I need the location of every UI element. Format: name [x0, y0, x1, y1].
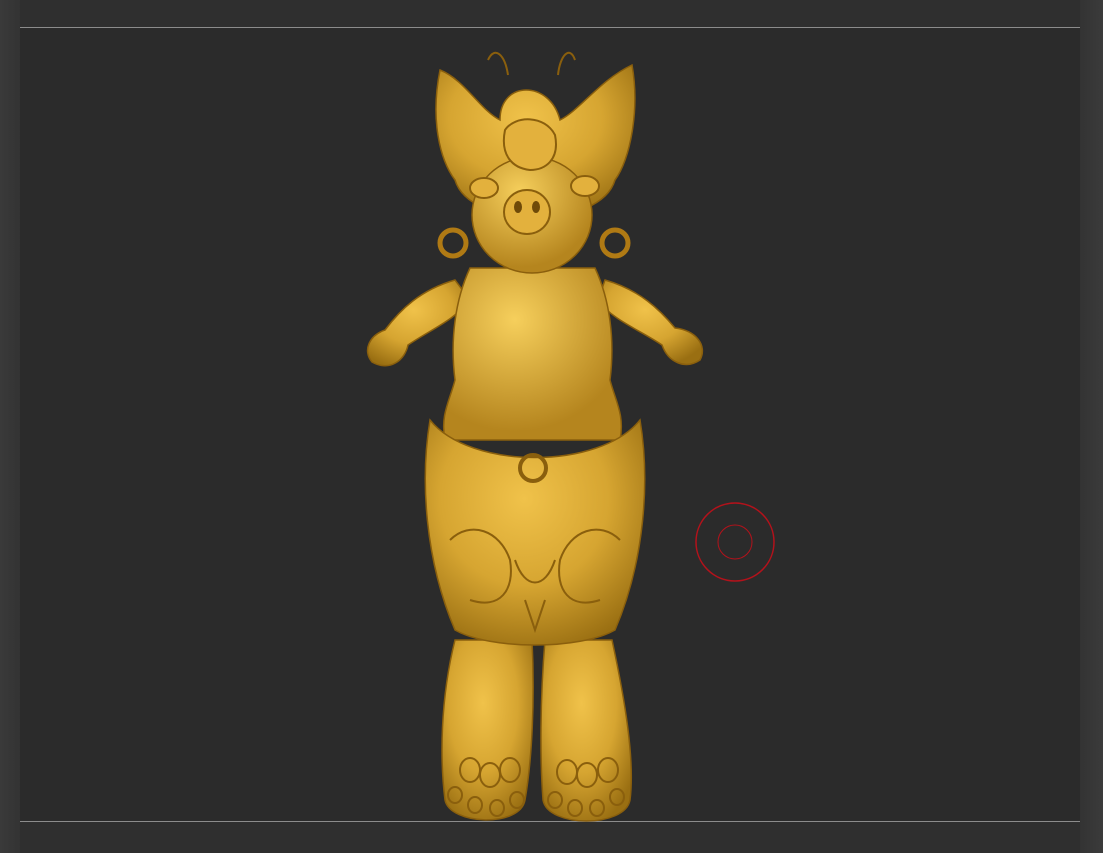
sculpt-model[interactable] — [0, 0, 1103, 853]
model-legs — [441, 639, 633, 822]
brush-cursor-icon — [695, 502, 775, 582]
model-torso — [442, 267, 623, 441]
model-head — [435, 51, 636, 274]
